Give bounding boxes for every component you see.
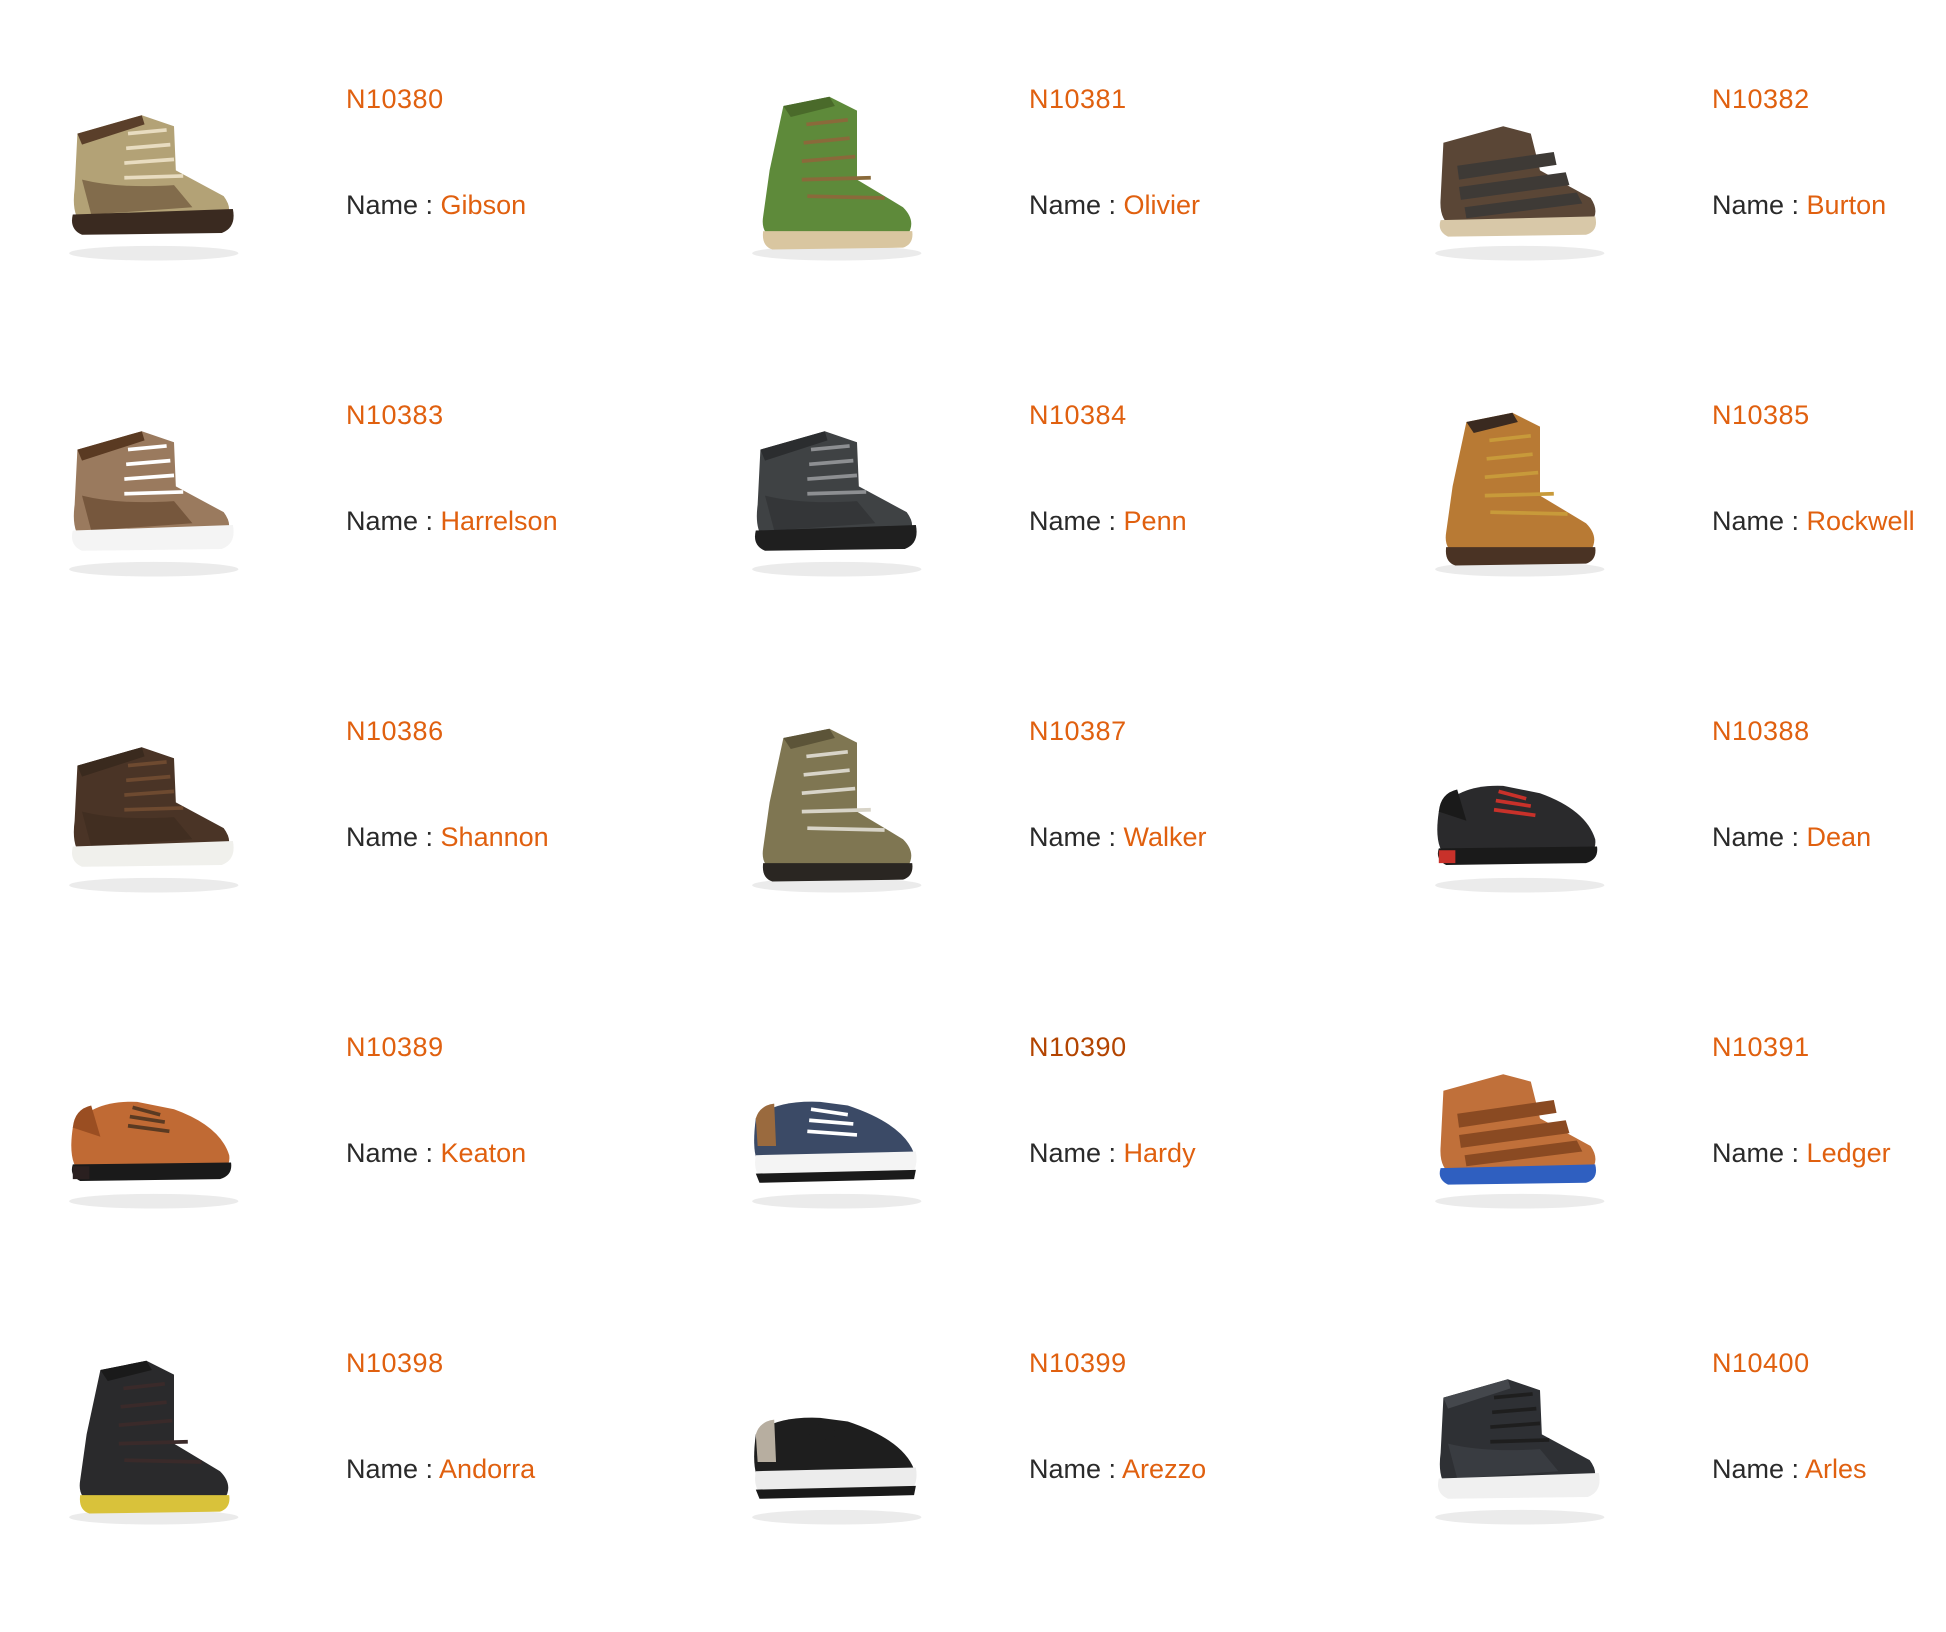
black-hiking-boot-icon[interactable]: [36, 1324, 266, 1554]
product-name: Ledger: [1806, 1138, 1891, 1168]
name-label: Name :: [1712, 190, 1800, 220]
product-name: Shannon: [440, 822, 549, 852]
product-card[interactable]: N10383 Name : Harrelson: [0, 368, 683, 684]
product-code-link[interactable]: N10398: [346, 1348, 444, 1379]
olive-hiking-boot-icon[interactable]: [719, 692, 949, 922]
name-label: Name :: [1712, 1138, 1800, 1168]
dark-brown-suede-sneaker-icon[interactable]: [36, 692, 266, 922]
product-card[interactable]: N10391 Name : Ledger: [1366, 1000, 1946, 1316]
product-card[interactable]: N10400 Name : Arles: [1366, 1316, 1946, 1632]
product-name: Keaton: [440, 1138, 527, 1168]
cognac-derby-shoe-icon[interactable]: [36, 1008, 266, 1238]
product-code-link[interactable]: N10399: [1029, 1348, 1127, 1379]
product-name-line: Name : Dean: [1712, 822, 1871, 853]
name-label: Name :: [346, 822, 434, 852]
name-label: Name :: [346, 1138, 434, 1168]
product-code-link[interactable]: N10388: [1712, 716, 1810, 747]
product-code-link[interactable]: N10380: [346, 84, 444, 115]
product-code-link[interactable]: N10387: [1029, 716, 1127, 747]
product-name: Andorra: [439, 1454, 536, 1484]
product-name: Olivier: [1123, 190, 1201, 220]
product-card[interactable]: N10381 Name : Olivier: [683, 52, 1366, 368]
product-name: Arles: [1805, 1454, 1867, 1484]
name-label: Name :: [346, 190, 434, 220]
green-suede-chukka-boot-icon[interactable]: [719, 60, 949, 290]
product-card[interactable]: N10382 Name : Burton: [1366, 52, 1946, 368]
product-name: Arezzo: [1122, 1454, 1207, 1484]
product-card[interactable]: N10399 Name : Arezzo: [683, 1316, 1366, 1632]
name-label: Name :: [346, 1454, 434, 1484]
product-name-line: Name : Penn: [1029, 506, 1187, 537]
product-name: Burton: [1806, 190, 1887, 220]
product-card[interactable]: N10380 Name : Gibson: [0, 52, 683, 368]
product-name: Dean: [1806, 822, 1872, 852]
product-name-line: Name : Arles: [1712, 1454, 1867, 1485]
snakeskin-runner-sneaker-icon[interactable]: [719, 1324, 949, 1554]
product-code-link[interactable]: N10389: [346, 1032, 444, 1063]
product-card[interactable]: N10386 Name : Shannon: [0, 684, 683, 1000]
name-label: Name :: [1712, 822, 1800, 852]
product-name-line: Name : Arezzo: [1029, 1454, 1206, 1485]
product-name: Hardy: [1123, 1138, 1196, 1168]
name-label: Name :: [1029, 190, 1117, 220]
product-name: Walker: [1123, 822, 1207, 852]
tan-suede-high-top-sneaker-icon[interactable]: [36, 60, 266, 290]
product-name: Harrelson: [440, 506, 558, 536]
product-name-line: Name : Hardy: [1029, 1138, 1196, 1169]
product-code-link[interactable]: N10400: [1712, 1348, 1810, 1379]
product-name: Gibson: [440, 190, 527, 220]
product-name-line: Name : Olivier: [1029, 190, 1200, 221]
product-card[interactable]: N10385 Name : Rockwell: [1366, 368, 1946, 684]
black-wingtip-oxford-icon[interactable]: [1402, 692, 1632, 922]
tan-leather-hiking-boot-icon[interactable]: [1402, 376, 1632, 606]
brown-strap-sneaker-icon[interactable]: [1402, 60, 1632, 290]
charcoal-high-top-sneaker-icon[interactable]: [719, 376, 949, 606]
product-name: Penn: [1123, 506, 1187, 536]
name-label: Name :: [1029, 1454, 1117, 1484]
product-name-line: Name : Burton: [1712, 190, 1886, 221]
product-card[interactable]: N10384 Name : Penn: [683, 368, 1366, 684]
product-name-line: Name : Rockwell: [1712, 506, 1915, 537]
name-label: Name :: [346, 506, 434, 536]
product-card[interactable]: N10398 Name : Andorra: [0, 1316, 683, 1632]
product-name-line: Name : Harrelson: [346, 506, 558, 537]
product-name-line: Name : Andorra: [346, 1454, 535, 1485]
name-label: Name :: [1712, 1454, 1800, 1484]
navy-leather-sneaker-icon[interactable]: [719, 1008, 949, 1238]
name-label: Name :: [1712, 506, 1800, 536]
product-code-link[interactable]: N10384: [1029, 400, 1127, 431]
product-card[interactable]: N10390 Name : Hardy: [683, 1000, 1366, 1316]
product-code-link[interactable]: N10391: [1712, 1032, 1810, 1063]
product-code-link[interactable]: N10383: [346, 400, 444, 431]
name-label: Name :: [1029, 506, 1117, 536]
product-name-line: Name : Gibson: [346, 190, 526, 221]
product-name-line: Name : Shannon: [346, 822, 549, 853]
product-card[interactable]: N10389 Name : Keaton: [0, 1000, 683, 1316]
product-name-line: Name : Ledger: [1712, 1138, 1891, 1169]
name-label: Name :: [1029, 1138, 1117, 1168]
product-code-link[interactable]: N10382: [1712, 84, 1810, 115]
black-suede-high-top-sneaker-icon[interactable]: [1402, 1324, 1632, 1554]
product-name: Rockwell: [1806, 506, 1915, 536]
product-code-link[interactable]: N10385: [1712, 400, 1810, 431]
product-name-line: Name : Keaton: [346, 1138, 526, 1169]
name-label: Name :: [1029, 822, 1117, 852]
product-grid: N10380 Name : Gibson N10381 Name : Olivier…: [0, 0, 1946, 1588]
product-code-link[interactable]: N10381: [1029, 84, 1127, 115]
product-name-line: Name : Walker: [1029, 822, 1207, 853]
cognac-strap-sneaker-icon[interactable]: [1402, 1008, 1632, 1238]
product-code-link[interactable]: N10386: [346, 716, 444, 747]
taupe-lace-up-sneaker-icon[interactable]: [36, 376, 266, 606]
product-card[interactable]: N10387 Name : Walker: [683, 684, 1366, 1000]
product-card[interactable]: N10388 Name : Dean: [1366, 684, 1946, 1000]
product-code-link[interactable]: N10390: [1029, 1032, 1127, 1063]
